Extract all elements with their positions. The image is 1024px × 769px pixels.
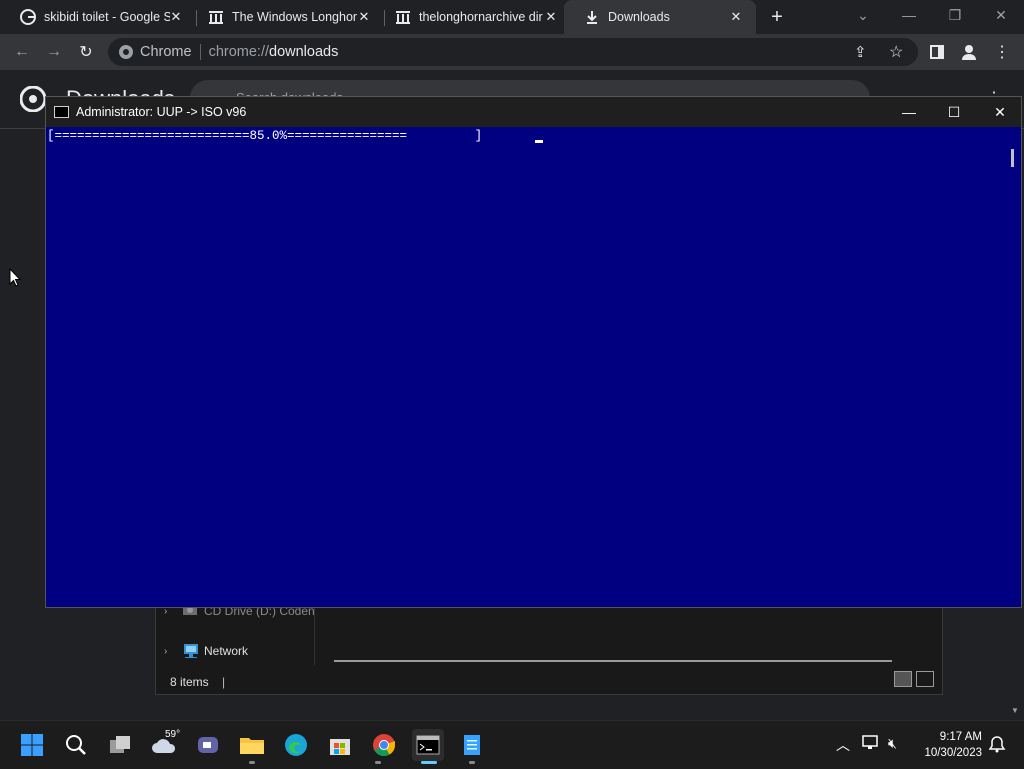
console-scrollbar[interactable] — [1006, 127, 1021, 607]
browser-toolbar: ← → ↻ Chrome chrome://downloads ⇪ ☆ ⋮ — [0, 34, 1024, 70]
kebab-menu-icon[interactable]: ⋮ — [990, 40, 1014, 64]
clock-date: 10/30/2023 — [924, 747, 982, 759]
omnibox-divider — [199, 44, 201, 60]
running-indicator — [375, 761, 381, 764]
site-chip-label: Chrome — [140, 44, 192, 60]
large-icons-view-icon[interactable] — [916, 671, 934, 687]
taskbar: 59° ︿ 🔇︎ 9:17 AM 10/30/2023 — [0, 720, 1024, 769]
reload-icon[interactable]: ↻ — [74, 40, 98, 64]
edge-browser-icon[interactable] — [280, 729, 312, 761]
file-explorer-icon[interactable] — [236, 729, 268, 761]
task-view-icon[interactable] — [104, 729, 136, 761]
horizontal-scrollbar[interactable] — [334, 660, 892, 662]
console-output[interactable]: [==========================85.0%========… — [46, 127, 1007, 607]
tab-search-chevron-icon[interactable]: ⌄ — [840, 0, 886, 30]
mouse-pointer-icon — [9, 267, 22, 293]
console-title: Administrator: UUP -> ISO v96 — [76, 105, 247, 119]
tab-archive-dir[interactable]: thelonghornarchive dir ✕ — [375, 0, 571, 34]
clock-time: 9:17 AM — [939, 731, 982, 743]
url-path: downloads — [269, 44, 339, 60]
network-status-icon[interactable] — [862, 735, 880, 756]
tab-strip: skibidi toilet - Google S ✕ The Windows … — [0, 0, 1024, 34]
address-bar[interactable]: Chrome chrome://downloads ⇪ ☆ — [108, 38, 918, 66]
active-indicator — [421, 761, 437, 764]
close-window-icon[interactable]: ✕ — [977, 97, 1023, 127]
tab-title: The Windows Longhorn — [232, 10, 358, 24]
text-cursor — [535, 140, 543, 143]
close-tab-icon[interactable]: ✕ — [168, 9, 184, 25]
minimize-icon[interactable]: — — [886, 0, 932, 30]
minimize-icon[interactable]: — — [886, 97, 932, 127]
running-indicator — [469, 761, 475, 764]
start-windows-icon[interactable] — [16, 729, 48, 761]
system-clock[interactable]: 9:17 AM 10/30/2023 — [916, 729, 982, 761]
nav-item-label: Network — [204, 644, 249, 658]
tab-title: skibidi toilet - Google S — [44, 10, 170, 24]
forward-arrow-icon[interactable]: → — [42, 40, 66, 64]
file-explorer-window: › CD Drive (D:) Coden › Network 8 items … — [155, 604, 943, 695]
profile-avatar-icon[interactable] — [957, 40, 981, 64]
tab-longhorn[interactable]: The Windows Longhorn ✕ — [188, 0, 384, 34]
terminal-icon[interactable] — [412, 729, 444, 761]
chrome-icon[interactable] — [368, 729, 400, 761]
close-tab-icon[interactable]: ✕ — [728, 9, 744, 25]
progress-bar-text: [==========================85.0%========… — [47, 129, 483, 143]
microsoft-store-icon[interactable] — [324, 729, 356, 761]
restore-icon[interactable]: ❐ — [932, 0, 978, 30]
running-indicator — [249, 761, 255, 764]
url-scheme: chrome:// — [208, 44, 270, 60]
tab-skibidi[interactable]: skibidi toilet - Google S ✕ — [0, 0, 196, 34]
status-bar-text: 8 items | — [170, 675, 225, 689]
item-count: 8 items — [170, 675, 209, 689]
close-tab-icon[interactable]: ✕ — [356, 9, 372, 25]
close-window-icon[interactable]: ✕ — [978, 0, 1024, 30]
side-panel-icon[interactable] — [925, 40, 949, 64]
download-icon — [584, 9, 600, 25]
search-icon[interactable] — [60, 729, 92, 761]
bookmark-star-icon[interactable]: ☆ — [889, 42, 903, 62]
tab-downloads[interactable]: Downloads ✕ — [564, 0, 756, 34]
scroll-down-arrow-icon[interactable]: ▼ — [1011, 706, 1019, 715]
console-window: Administrator: UUP -> ISO v96 — ☐ ✕ [===… — [45, 96, 1022, 608]
tab-title: thelonghornarchive dir — [419, 10, 543, 24]
chrome-logo-icon — [118, 44, 134, 64]
new-tab-button[interactable]: + — [766, 6, 788, 28]
details-view-icon[interactable] — [894, 671, 912, 687]
archive-icon — [395, 9, 411, 25]
console-app-icon — [54, 106, 69, 118]
maximize-icon[interactable]: ☐ — [931, 97, 977, 127]
console-title-bar[interactable]: Administrator: UUP -> ISO v96 — ☐ ✕ — [46, 97, 1021, 127]
share-icon[interactable]: ⇪ — [854, 43, 867, 61]
network-icon — [182, 643, 200, 659]
scrollbar-thumb[interactable] — [1011, 149, 1014, 167]
notifications-bell-icon[interactable] — [988, 735, 1006, 758]
teams-chat-icon[interactable] — [192, 729, 224, 761]
archive-icon — [208, 9, 224, 25]
notepad-icon[interactable] — [456, 729, 488, 761]
nav-item-network[interactable]: › Network — [164, 641, 248, 661]
weather-temperature: 59° — [165, 729, 181, 740]
chrome-logo-icon — [19, 85, 47, 117]
back-arrow-icon[interactable]: ← — [10, 40, 34, 64]
chevron-right-icon[interactable]: › — [164, 646, 178, 657]
tab-title: Downloads — [608, 10, 670, 24]
close-tab-icon[interactable]: ✕ — [543, 9, 559, 25]
status-separator: | — [222, 675, 226, 689]
google-g-icon — [20, 9, 36, 25]
show-hidden-icons-chevron-icon[interactable]: ︿ — [836, 735, 850, 755]
volume-muted-icon[interactable]: 🔇︎ — [888, 735, 897, 752]
